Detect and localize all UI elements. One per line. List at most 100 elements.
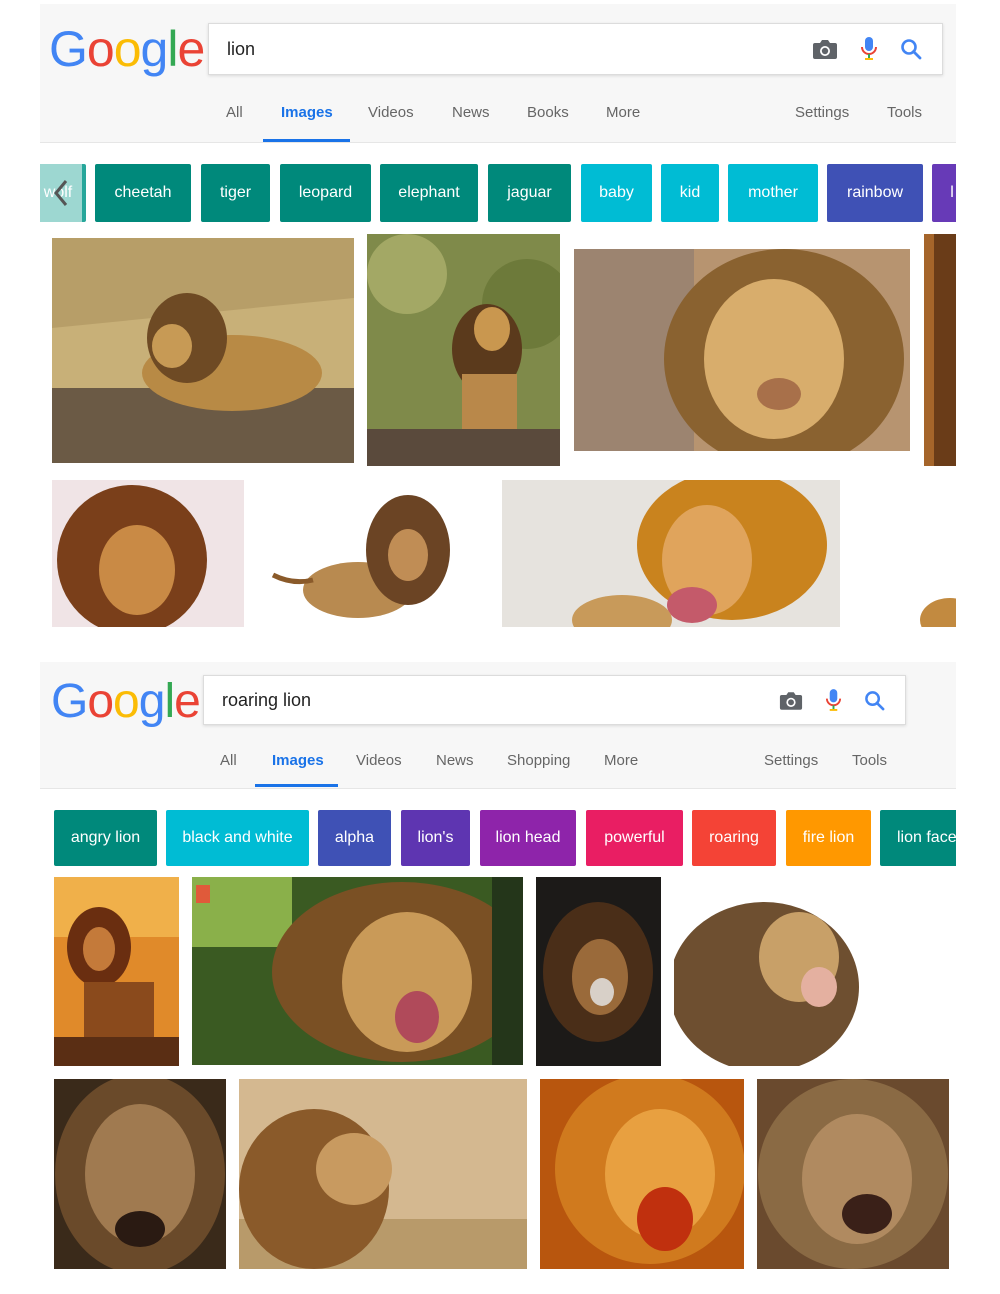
search-icon[interactable] [864,690,885,711]
chip-next[interactable]: l [932,164,956,222]
logo-letter: l [167,21,178,77]
logo-letter: l [164,675,175,728]
result-image[interactable] [367,234,560,466]
chip-lions[interactable]: lion's [401,810,470,866]
chip-label: lion's [417,829,454,846]
chevron-left-icon[interactable] [40,164,82,222]
search-input[interactable] [222,676,643,724]
result-image[interactable] [258,480,478,627]
result-image[interactable] [757,1079,949,1269]
results-panel-roaring-lion: Google All Images Videos News Shopping M… [40,662,956,1282]
tab-settings[interactable]: Settings [795,104,849,121]
result-image[interactable] [239,1079,527,1269]
chip-lion-face[interactable]: lion face [880,810,956,866]
search-box [203,675,906,725]
tab-more[interactable]: More [606,104,640,121]
tab-settings[interactable]: Settings [764,752,818,769]
logo-letter: e [174,675,201,728]
result-image[interactable] [52,480,244,627]
result-image[interactable] [54,1079,226,1269]
result-image[interactable] [674,877,866,1066]
chip-label: baby [599,184,634,201]
result-image[interactable] [54,877,179,1066]
logo-letter: g [138,675,166,728]
logo-letter: o [113,21,142,77]
result-image[interactable] [574,249,910,451]
chip-label: mother [748,184,798,201]
results-panel-lion: Google All Images Videos News Books More… [40,4,956,632]
tab-tools[interactable]: Tools [887,104,922,121]
google-logo[interactable]: Google [51,674,201,729]
camera-icon[interactable] [812,38,838,60]
tab-news[interactable]: News [436,752,474,769]
microphone-icon[interactable] [825,688,842,713]
chip-fire-lion[interactable]: fire lion [786,810,871,866]
tab-all[interactable]: All [220,752,237,769]
chip-kid[interactable]: kid [661,164,719,222]
chip-label: alpha [334,829,375,846]
tab-news[interactable]: News [452,104,490,121]
chip-jaguar[interactable]: jaguar [488,164,571,222]
result-image[interactable] [540,1079,744,1269]
logo-letter: o [86,21,115,77]
chip-label: leopard [298,184,353,201]
result-image[interactable] [502,480,840,627]
chip-label: fire lion [802,829,855,846]
chip-angry-lion[interactable]: angry lion [54,810,157,866]
result-image[interactable] [52,238,354,463]
tab-books[interactable]: Books [527,104,569,121]
tab-videos[interactable]: Videos [368,104,414,121]
microphone-icon[interactable] [860,36,878,62]
active-tab-indicator [255,784,338,787]
tab-all[interactable]: All [226,104,243,121]
chip-mother[interactable]: mother [728,164,818,222]
search-icon[interactable] [900,38,922,60]
chip-label: l [950,184,954,201]
related-chips-row: wolf cheetah tiger leopard elephant jagu… [40,164,956,222]
result-image[interactable] [536,877,661,1066]
search-box [208,23,943,75]
tab-images[interactable]: Images [281,104,333,121]
chip-label: lion face [897,829,956,846]
chip-label: jaguar [507,184,552,201]
tab-images[interactable]: Images [272,752,324,769]
chip-rainbow[interactable]: rainbow [827,164,923,222]
chip-label: tiger [219,184,252,201]
active-tab-indicator [263,139,350,142]
tab-videos[interactable]: Videos [356,752,402,769]
chip-label: powerful [604,829,665,846]
logo-letter: e [177,21,205,77]
chip-elephant[interactable]: elephant [380,164,478,222]
search-input[interactable] [227,24,667,74]
result-image[interactable] [924,234,956,466]
logo-letter: G [49,21,88,77]
tab-more[interactable]: More [604,752,638,769]
result-image[interactable] [900,580,956,627]
chip-label: kid [679,184,701,201]
google-logo[interactable]: Google [49,20,205,78]
tab-tools[interactable]: Tools [852,752,887,769]
chip-leopard[interactable]: leopard [280,164,371,222]
logo-letter: g [140,21,169,77]
chip-alpha[interactable]: alpha [318,810,391,866]
camera-icon[interactable] [779,690,803,711]
chip-label: angry lion [70,829,141,846]
chip-label: elephant [398,184,460,201]
chip-tiger[interactable]: tiger [201,164,270,222]
chip-label: roaring [709,829,759,846]
related-chips-row: angry lion black and white alpha lion's … [40,810,956,866]
logo-letter: o [113,675,140,728]
logo-letter: o [87,675,114,728]
chip-cheetah[interactable]: cheetah [95,164,191,222]
chip-lion-head[interactable]: lion head [480,810,576,866]
chip-label: cheetah [114,184,172,201]
result-image[interactable] [192,877,523,1065]
chip-label: lion head [495,829,561,846]
chip-roaring[interactable]: roaring [692,810,776,866]
chip-powerful[interactable]: powerful [586,810,683,866]
chip-black-and-white[interactable]: black and white [166,810,309,866]
tab-shopping[interactable]: Shopping [507,752,570,769]
chip-baby[interactable]: baby [581,164,652,222]
chip-label: black and white [182,829,293,846]
logo-letter: G [51,675,88,728]
